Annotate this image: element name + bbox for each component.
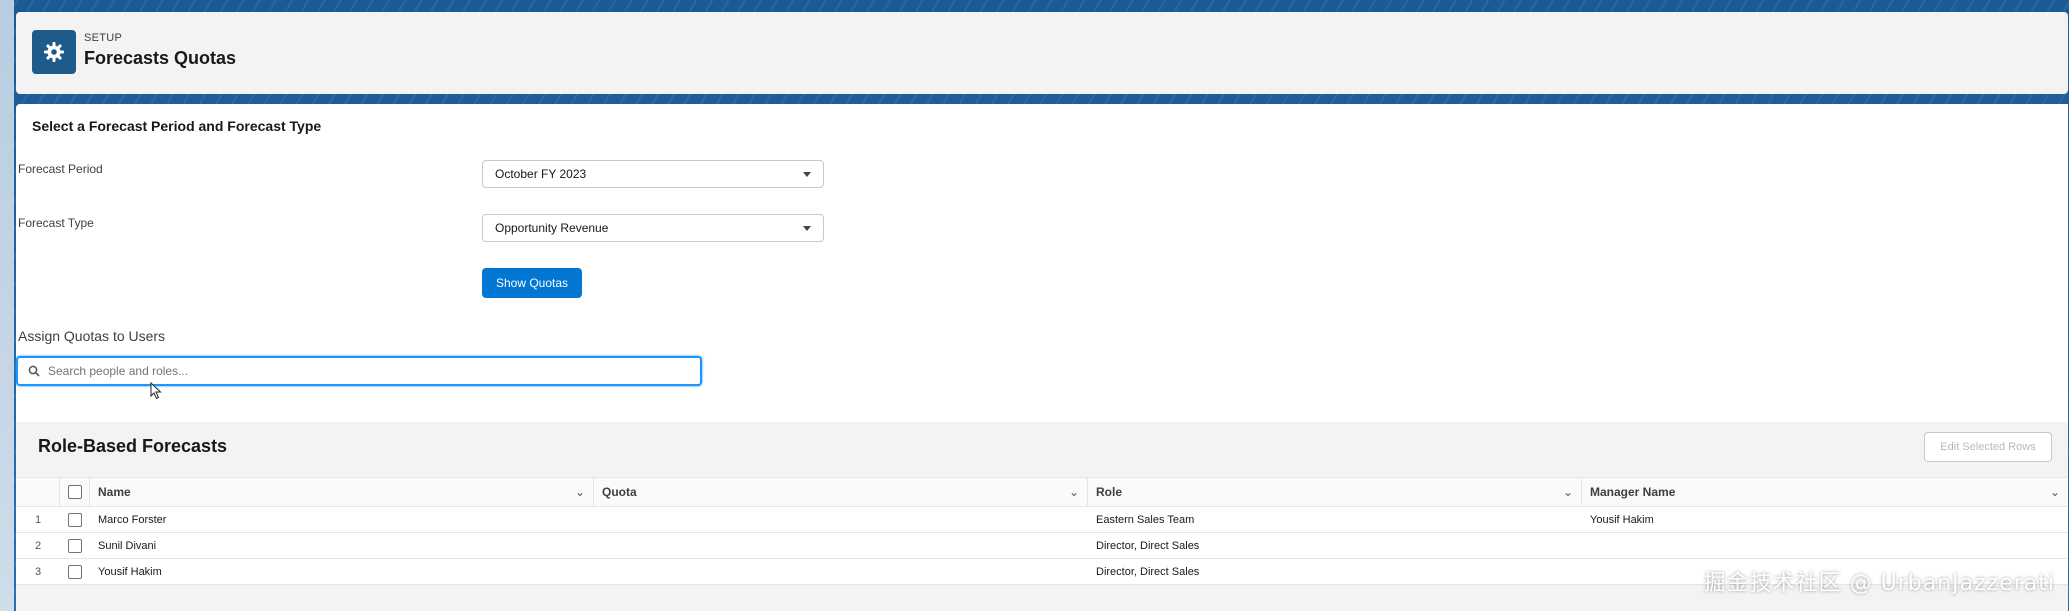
- breadcrumb: SETUP: [84, 32, 123, 44]
- forecast-period-select[interactable]: October FY 2023: [482, 160, 824, 188]
- caret-down-icon: [803, 171, 811, 177]
- column-header-label: Manager Name: [1590, 485, 1676, 499]
- cell-manager: [1582, 533, 2068, 558]
- column-header-name[interactable]: Name ⌄: [90, 478, 594, 506]
- cell-name: Yousif Hakim: [98, 565, 162, 578]
- column-header-label: Quota: [602, 485, 637, 499]
- table-row[interactable]: 2 Sunil Divani Director, Direct Sales: [16, 533, 2068, 559]
- chevron-down-icon[interactable]: ⌄: [2050, 485, 2060, 499]
- select-all-cell: [60, 478, 90, 506]
- row-checkbox[interactable]: [68, 512, 82, 527]
- cell-quota[interactable]: [594, 507, 1088, 532]
- column-header-quota[interactable]: Quota ⌄: [594, 478, 1088, 506]
- forecast-period-value: October FY 2023: [495, 167, 587, 181]
- column-header-label: Name: [98, 485, 131, 499]
- search-input[interactable]: [48, 364, 648, 378]
- row-checkbox[interactable]: [68, 538, 82, 553]
- cell-manager: Yousif Hakim: [1590, 513, 1654, 526]
- search-field[interactable]: [16, 356, 702, 386]
- cell-role: Director, Direct Sales: [1096, 565, 1200, 578]
- forecast-period-label: Forecast Period: [18, 162, 103, 176]
- cell-role: Director, Direct Sales: [1096, 539, 1200, 552]
- chevron-down-icon[interactable]: ⌄: [575, 485, 585, 499]
- table-row[interactable]: 1 Marco Forster Eastern Sales Team Yousi…: [16, 507, 2068, 533]
- watermark: 掘金技术社区 @ UrbanJazzerati: [1703, 571, 2055, 596]
- search-icon: [28, 365, 40, 377]
- caret-down-icon: [803, 225, 811, 231]
- row-number: 3: [34, 565, 42, 578]
- column-header-label: Role: [1096, 485, 1123, 499]
- page-header: SETUP Forecasts Quotas: [16, 12, 2068, 94]
- cell-quota[interactable]: [594, 533, 1088, 558]
- forecast-type-value: Opportunity Revenue: [495, 221, 609, 235]
- forecast-type-label: Forecast Type: [18, 216, 94, 230]
- select-all-checkbox[interactable]: [67, 485, 82, 499]
- chevron-down-icon[interactable]: ⌄: [1563, 485, 1573, 499]
- cell-name: Sunil Divani: [98, 539, 157, 552]
- cell-quota[interactable]: [594, 559, 1088, 584]
- gear-icon: [32, 30, 76, 74]
- column-header-role[interactable]: Role ⌄: [1088, 478, 1582, 506]
- table-header: Name ⌄ Quota ⌄ Role ⌄ Manager Name ⌄: [16, 477, 2068, 507]
- main-content: Select a Forecast Period and Forecast Ty…: [16, 104, 2068, 611]
- cell-role: Eastern Sales Team: [1096, 513, 1195, 526]
- row-select-cell: [60, 533, 90, 558]
- row-select-cell: [60, 507, 90, 532]
- assign-quotas-label: Assign Quotas to Users: [18, 328, 166, 344]
- section-title: Select a Forecast Period and Forecast Ty…: [32, 118, 322, 134]
- chevron-down-icon[interactable]: ⌄: [1069, 485, 1079, 499]
- row-checkbox[interactable]: [68, 564, 82, 579]
- row-number: 2: [34, 539, 42, 552]
- show-quotas-button[interactable]: Show Quotas: [482, 268, 582, 298]
- row-number: 1: [34, 513, 42, 526]
- row-number-header: [16, 478, 60, 506]
- column-header-manager[interactable]: Manager Name ⌄: [1582, 478, 2068, 506]
- cell-name: Marco Forster: [98, 513, 167, 526]
- edit-selected-rows-button[interactable]: Edit Selected Rows: [1924, 432, 2052, 462]
- forecast-type-select[interactable]: Opportunity Revenue: [482, 214, 824, 242]
- row-select-cell: [60, 559, 90, 584]
- left-edge-strip: [0, 0, 14, 611]
- grid-title: Role-Based Forecasts: [38, 436, 228, 456]
- mouse-cursor-icon: [150, 381, 162, 405]
- page-title: Forecasts Quotas: [84, 48, 237, 68]
